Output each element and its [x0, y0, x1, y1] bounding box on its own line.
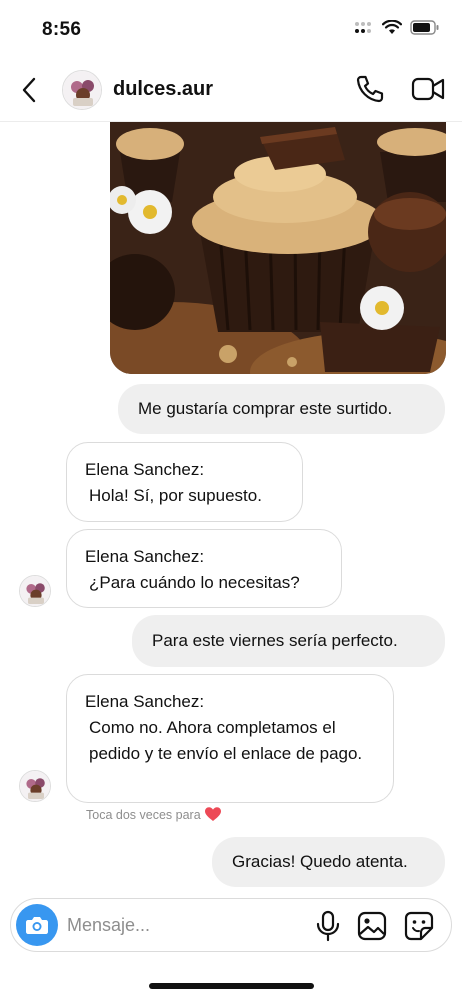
avatar[interactable] [62, 70, 102, 110]
camera-button[interactable] [16, 904, 58, 946]
chat-header: dulces.aur [0, 58, 462, 122]
shared-photo-cupcakes[interactable] [110, 122, 446, 374]
voice-message-button[interactable] [314, 910, 342, 942]
username[interactable]: dulces.aur [113, 78, 213, 101]
microphone-icon [316, 910, 340, 942]
message-text: ¿Para cuándo lo necesitas? [89, 573, 300, 592]
message-text: Me gustaría comprar este surtido. [138, 399, 393, 418]
video-call-button[interactable] [410, 72, 446, 106]
phone-icon [356, 75, 384, 103]
avatar[interactable] [19, 770, 51, 802]
message-composer [10, 898, 452, 952]
message-bubble-incoming[interactable]: Elena Sanchez: Como no. Ahora completamo… [66, 674, 394, 803]
message-text: Como no. Ahora completamos el pedido y t… [89, 718, 363, 763]
status-bar: 8:56 [0, 0, 462, 58]
camera-icon [26, 917, 48, 934]
message-bubble-outgoing[interactable]: Para este viernes sería perfecto. [132, 615, 445, 667]
message-text: Para este viernes sería perfecto. [152, 631, 398, 650]
gallery-icon [357, 911, 387, 941]
message-bubble-incoming[interactable]: Elena Sanchez: ¿Para cuándo lo necesitas… [66, 529, 342, 608]
like-hint-text: Toca dos veces para [86, 807, 201, 822]
message-text: Gracias! Quedo atenta. [232, 852, 408, 871]
sender-name: Elena Sanchez: [85, 547, 205, 566]
double-tap-like-hint: Toca dos veces para [86, 807, 221, 822]
avatar[interactable] [19, 575, 51, 607]
sender-name: Elena Sanchez: [85, 692, 205, 711]
signal-icon [355, 21, 371, 33]
gallery-button[interactable] [356, 910, 388, 942]
wifi-icon [382, 20, 402, 34]
home-indicator[interactable] [149, 983, 314, 989]
message-bubble-incoming[interactable]: Elena Sanchez: Hola! Sí, por supuesto. [66, 442, 303, 522]
message-input[interactable] [67, 909, 297, 941]
sender-name: Elena Sanchez: [85, 460, 205, 479]
battery-icon [410, 20, 439, 35]
status-time: 8:56 [42, 19, 82, 40]
message-text: Hola! Sí, por supuesto. [89, 486, 262, 505]
video-icon [411, 77, 445, 101]
heart-icon [204, 807, 221, 821]
status-icons [354, 20, 440, 35]
sticker-button[interactable] [403, 910, 435, 942]
back-button[interactable] [14, 74, 44, 106]
call-button[interactable] [353, 72, 387, 106]
sticker-icon [404, 911, 434, 941]
message-bubble-outgoing[interactable]: Me gustaría comprar este surtido. [118, 384, 445, 434]
message-bubble-outgoing[interactable]: Gracias! Quedo atenta. [212, 837, 445, 887]
back-icon [22, 77, 36, 103]
